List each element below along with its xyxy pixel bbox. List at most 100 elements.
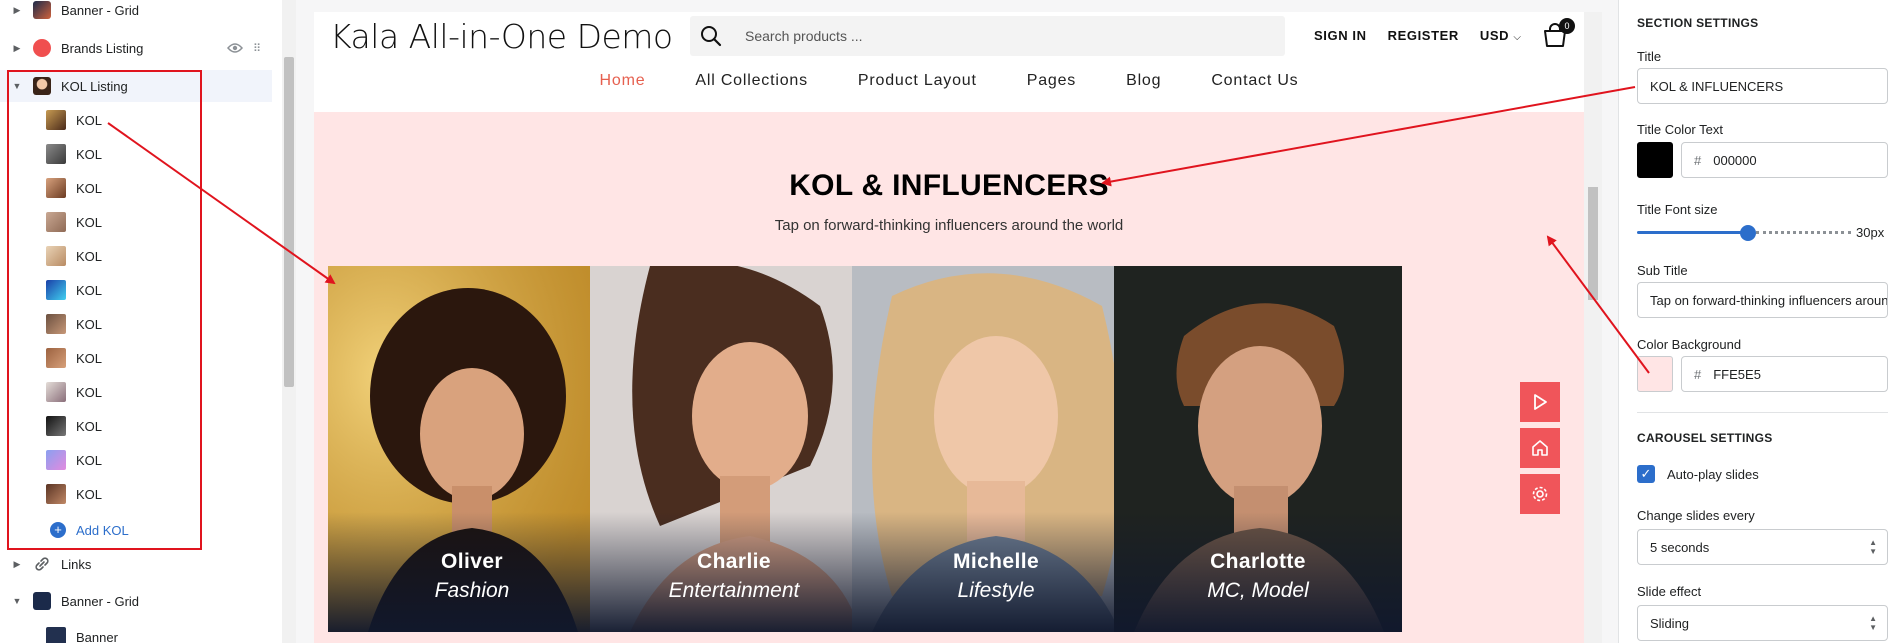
sidebar-kol-item[interactable]: KOL <box>46 239 102 273</box>
sidebar-kol-item[interactable]: KOL <box>46 137 102 171</box>
kol-thumbnail <box>46 212 66 232</box>
cart-button[interactable]: 0 <box>1542 18 1575 52</box>
font-size-slider[interactable] <box>1637 225 1851 241</box>
brands-thumbnail <box>33 39 51 57</box>
currency-label: USD <box>1479 28 1510 43</box>
kol-name: Oliver <box>441 550 503 573</box>
link-icon <box>35 557 49 571</box>
kol-item-label: KOL <box>76 112 103 128</box>
kol-listing-thumbnail <box>33 77 51 95</box>
scrollbar-thumb[interactable] <box>1588 187 1598 300</box>
kol-role: MC, Model <box>1207 579 1309 602</box>
title-input[interactable]: KOL & INFLUENCERS <box>1637 68 1888 104</box>
bg-color-swatch[interactable] <box>1637 356 1673 392</box>
eye-icon[interactable] <box>226 42 243 54</box>
sidebar-kol-item[interactable]: KOL <box>46 273 102 307</box>
sidebar-kol-item[interactable]: KOL <box>46 307 102 341</box>
search-bar[interactable]: Search products ... <box>690 16 1285 56</box>
banner-thumbnail <box>33 1 51 19</box>
nav-pages[interactable]: Pages <box>1027 72 1076 90</box>
store-logo-title[interactable]: Kala All-in-One Demo <box>330 17 673 56</box>
search-input[interactable]: Search products ... <box>745 28 863 44</box>
checkmark-icon[interactable]: ✓ <box>1637 465 1655 483</box>
store-preview: Kala All-in-One Demo Search products ...… <box>314 12 1584 643</box>
sidebar-item-label: Links <box>61 556 92 572</box>
home-button[interactable] <box>1520 428 1560 468</box>
play-button[interactable] <box>1520 382 1560 422</box>
plus-circle-icon: + <box>50 522 66 538</box>
kol-item-label: KOL <box>76 214 103 230</box>
add-kol-button[interactable]: + Add KOL <box>50 518 129 542</box>
kol-item-label: KOL <box>76 418 103 434</box>
sidebar-kol-item[interactable]: KOL <box>46 443 102 477</box>
caret-down-icon[interactable]: ▼ <box>11 596 23 606</box>
kol-thumbnail <box>46 144 66 164</box>
settings-panel: SECTION SETTINGS Title KOL & INFLUENCERS… <box>1618 0 1896 643</box>
slider-knob[interactable] <box>1740 225 1756 241</box>
nav-all-collections[interactable]: All Collections <box>695 72 807 90</box>
kol-role: Fashion <box>434 579 510 602</box>
sidebar-kol-item[interactable]: KOL <box>46 103 102 137</box>
sidebar-banner-item[interactable]: Banner <box>46 620 118 643</box>
nav-home[interactable]: Home <box>600 72 646 90</box>
kol-card[interactable]: Charlie Entertainment <box>590 266 878 632</box>
kol-name: Charlie <box>697 550 771 573</box>
nav-product-layout[interactable]: Product Layout <box>858 72 977 90</box>
sidebar-item-brands-listing[interactable]: ▶ Brands Listing ⠿ <box>0 32 272 64</box>
sidebar-item-label: Brands Listing <box>61 40 144 56</box>
change-every-label: Change slides every <box>1637 508 1755 523</box>
main-navigation: Home All Collections Product Layout Page… <box>314 72 1584 90</box>
register-link[interactable]: REGISTER <box>1388 28 1459 43</box>
caret-right-icon[interactable]: ▶ <box>11 5 23 16</box>
sign-in-link[interactable]: SIGN IN <box>1314 28 1367 43</box>
hash-symbol: # <box>1694 366 1702 382</box>
font-size-label: Title Font size <box>1637 202 1718 217</box>
caret-right-icon[interactable]: ▶ <box>11 43 23 54</box>
kol-thumbnail <box>46 314 66 334</box>
sidebar-item-banner-grid[interactable]: ▶ Banner - Grid <box>0 0 272 26</box>
subtitle-label: Sub Title <box>1637 263 1688 278</box>
section-subtitle: Tap on forward-thinking influencers arou… <box>774 217 1124 234</box>
caret-down-icon[interactable]: ▼ <box>11 81 23 91</box>
drag-handle-icon[interactable]: ⠿ <box>253 42 261 55</box>
nav-contact-us[interactable]: Contact Us <box>1211 72 1298 90</box>
kol-card[interactable]: Charlotte MC, Model <box>1114 266 1402 632</box>
bg-color-hex-input[interactable]: # FFE5E5 <box>1681 356 1888 392</box>
sidebar-scrollbar[interactable] <box>282 0 296 643</box>
select-arrows-icon: ▲ ▼ <box>1869 614 1877 632</box>
search-icon[interactable] <box>700 25 722 47</box>
cart-count-badge: 0 <box>1559 18 1575 34</box>
autoplay-checkbox[interactable]: ✓ Auto-play slides <box>1637 465 1759 483</box>
slide-effect-label: Slide effect <box>1637 584 1702 599</box>
caret-right-icon[interactable]: ▶ <box>11 559 23 570</box>
sidebar-kol-item[interactable]: KOL <box>46 341 102 375</box>
slide-effect-select[interactable]: Sliding ▲ ▼ <box>1637 605 1888 641</box>
nav-blog[interactable]: Blog <box>1126 72 1161 90</box>
sidebar-kol-item[interactable]: KOL <box>46 375 102 409</box>
subtitle-input[interactable]: Tap on forward-thinking influencers arou… <box>1637 282 1888 318</box>
select-arrows-icon: ▲ ▼ <box>1869 538 1877 556</box>
kol-thumbnail <box>46 178 66 198</box>
kol-item-label: KOL <box>76 316 103 332</box>
sidebar-kol-item[interactable]: KOL <box>46 205 102 239</box>
kol-item-label: KOL <box>76 486 103 502</box>
kol-thumbnail <box>46 450 66 470</box>
title-color-hex-input[interactable]: #000000 <box>1681 142 1888 178</box>
title-color-swatch[interactable] <box>1637 142 1673 178</box>
kol-item-label: KOL <box>76 146 103 162</box>
preview-scrollbar[interactable] <box>1584 12 1602 643</box>
sidebar-kol-item[interactable]: KOL <box>46 477 102 511</box>
change-every-select[interactable]: 5 seconds ▲ ▼ <box>1637 529 1888 565</box>
scrollbar-thumb[interactable] <box>284 57 294 387</box>
currency-selector[interactable]: USD ⌵ <box>1480 28 1522 43</box>
sidebar-item-kol-listing[interactable]: ▼ KOL Listing <box>0 70 272 102</box>
kol-card[interactable]: Michelle Lifestyle <box>852 266 1140 632</box>
sidebar-kol-item[interactable]: KOL <box>46 171 102 205</box>
sidebar-item-banner-grid-2[interactable]: ▼ Banner - Grid <box>0 585 272 617</box>
settings-button[interactable] <box>1520 474 1560 514</box>
sidebar-kol-item[interactable]: KOL <box>46 409 102 443</box>
kol-thumbnail <box>46 280 66 300</box>
hex-value: FFE5E5 <box>1713 366 1761 382</box>
sidebar-item-links[interactable]: ▶ Links <box>0 548 272 580</box>
kol-card[interactable]: Oliver Fashion <box>328 266 616 632</box>
